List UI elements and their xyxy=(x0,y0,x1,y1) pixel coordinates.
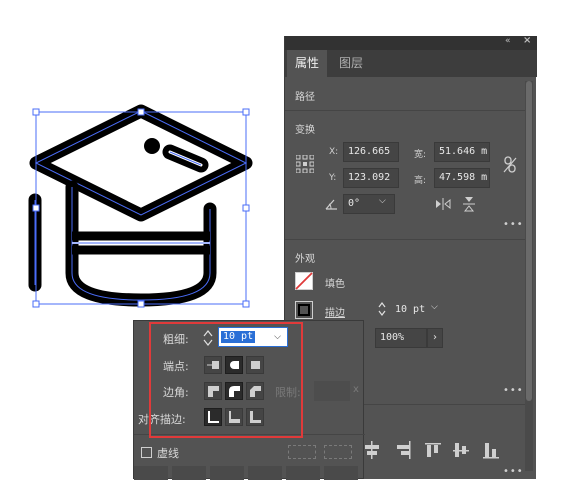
gap-field[interactable] xyxy=(324,466,358,480)
dash-preset-align-button[interactable] xyxy=(324,445,352,459)
tab-properties[interactable]: 属性 xyxy=(287,50,328,77)
chevron-down-icon[interactable]: ⌵ xyxy=(431,302,438,312)
chevron-down-icon[interactable]: ⌵ xyxy=(379,196,386,206)
transform-more-icon[interactable]: ••• xyxy=(503,219,524,230)
appearance-title: 外观 xyxy=(295,254,315,265)
rotate-angle-icon xyxy=(325,199,337,210)
fill-none-swatch-icon[interactable] xyxy=(295,272,313,290)
y-input[interactable]: 123.092 xyxy=(343,168,399,188)
gap-field[interactable] xyxy=(172,466,206,480)
stroke-swatch-icon[interactable] xyxy=(295,301,313,319)
flip-horizontal-icon[interactable] xyxy=(435,198,451,210)
dash-field[interactable] xyxy=(286,466,320,480)
gap-field[interactable] xyxy=(248,466,282,480)
panel-scrollbar[interactable] xyxy=(525,81,533,471)
transform-title: 变换 xyxy=(295,125,315,136)
handle-top-left xyxy=(32,108,40,116)
fill-label: 填色 xyxy=(325,279,345,290)
handle-top-center xyxy=(137,108,145,116)
dash-field[interactable] xyxy=(134,466,168,480)
height-label: 高: xyxy=(414,176,427,186)
x-input[interactable]: 126.665 xyxy=(343,142,399,162)
highlight-annotation-box xyxy=(149,322,303,438)
y-label: Y: xyxy=(329,173,337,183)
handle-middle-left xyxy=(32,204,40,212)
handle-middle-right xyxy=(242,204,250,212)
width-label: 宽: xyxy=(414,150,427,160)
tab-layers[interactable]: 图层 xyxy=(331,50,371,77)
limit-input[interactable] xyxy=(314,381,350,401)
scrollbar-thumb[interactable] xyxy=(526,81,532,401)
dash-field[interactable] xyxy=(210,466,244,480)
divider xyxy=(285,239,525,240)
dashed-line-label[interactable]: 虚线 xyxy=(157,445,179,461)
width-input[interactable]: 51.646 m xyxy=(434,142,490,162)
panel-title-bar: « × xyxy=(285,35,537,50)
handle-bottom-right xyxy=(242,300,250,308)
angle-input[interactable]: 0° xyxy=(343,194,395,214)
height-input[interactable]: 47.598 m xyxy=(434,168,490,188)
handle-bottom-center xyxy=(137,300,145,308)
dash-preset-button[interactable] xyxy=(288,445,316,459)
x-label: X: xyxy=(329,147,339,157)
appearance-more-icon[interactable]: ••• xyxy=(503,385,524,396)
stroke-label[interactable]: 描边 xyxy=(325,304,345,319)
flip-vertical-icon[interactable] xyxy=(463,196,475,212)
divider xyxy=(285,110,525,111)
limit-x-label: x xyxy=(353,384,359,395)
close-icon[interactable]: × xyxy=(523,35,531,46)
handle-top-right xyxy=(242,108,250,116)
panel-tabs: 属性 图层 xyxy=(285,50,537,77)
align-more-icon[interactable]: ••• xyxy=(503,466,524,477)
path-label: 路径 xyxy=(295,92,315,103)
chevron-right-icon[interactable]: › xyxy=(427,328,443,348)
opacity-input[interactable]: 100% xyxy=(375,328,427,348)
constrain-proportions-icon[interactable] xyxy=(503,156,517,174)
reference-point-icon[interactable] xyxy=(296,155,314,173)
selection-bounding-box[interactable] xyxy=(30,106,252,310)
dashed-line-checkbox[interactable] xyxy=(141,447,152,458)
handle-bottom-left xyxy=(32,300,40,308)
align-icons-row[interactable] xyxy=(365,441,505,459)
stroke-weight-stepper-icon[interactable] xyxy=(377,300,387,318)
collapse-icon[interactable]: « xyxy=(505,36,511,46)
